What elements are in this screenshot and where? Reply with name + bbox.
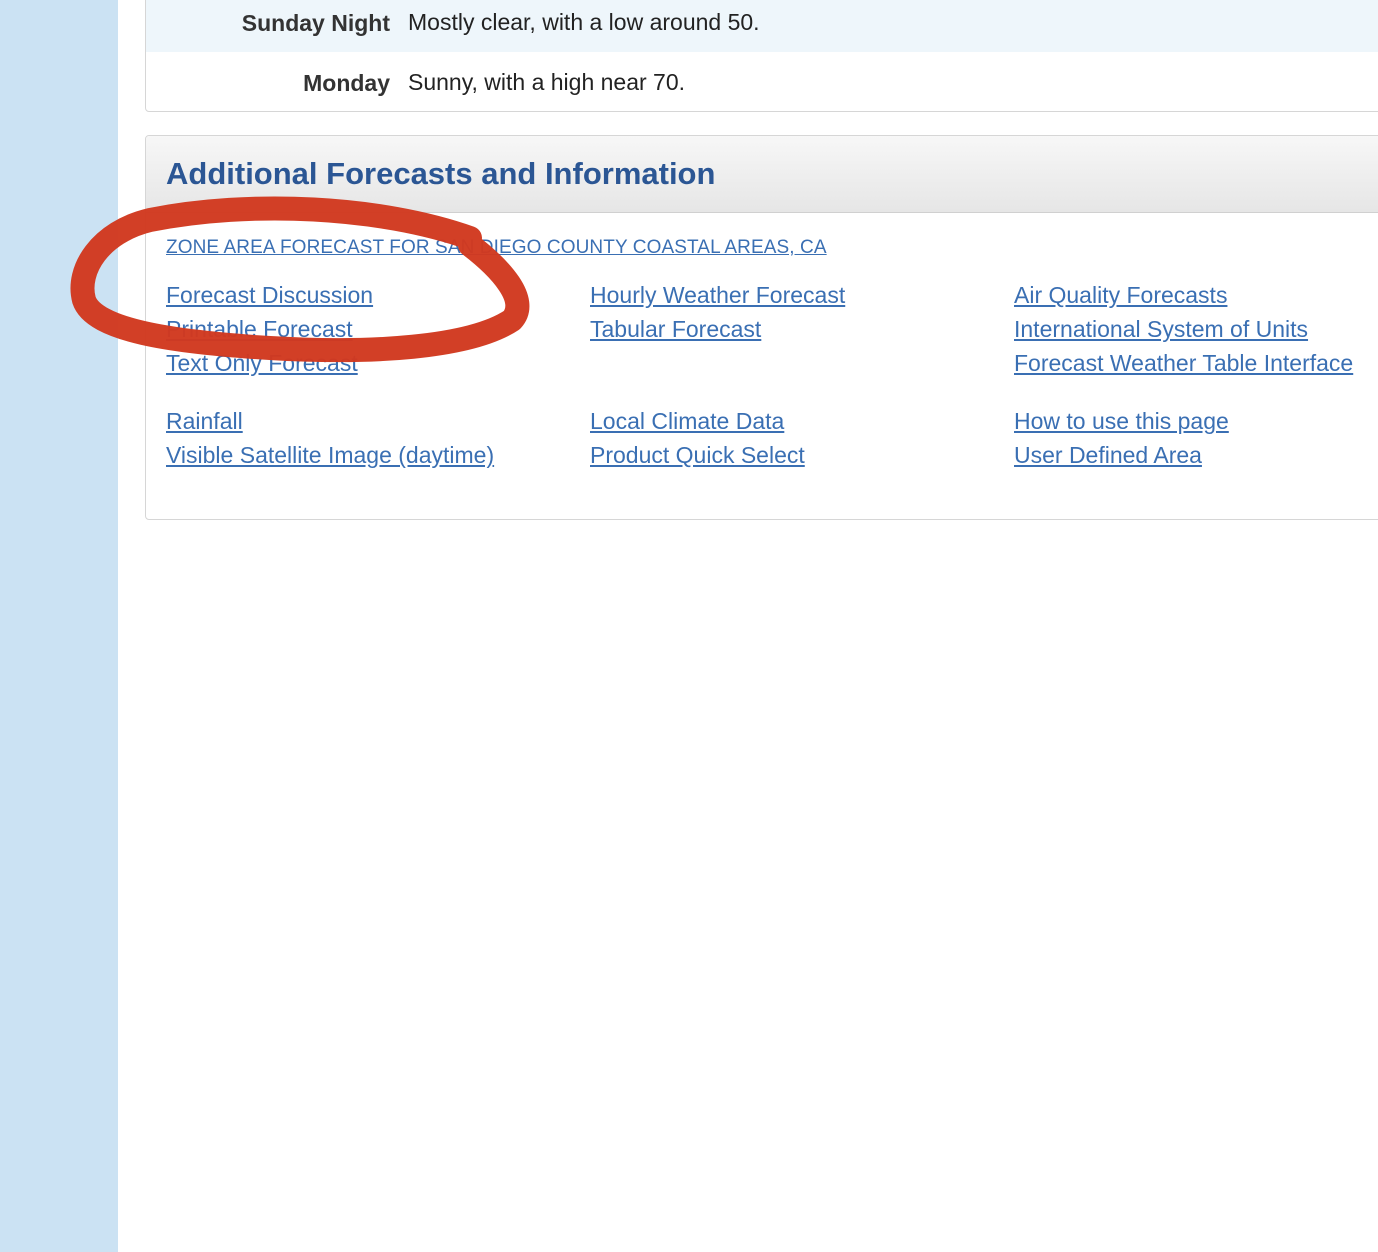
panel-title: Additional Forecasts and Information bbox=[166, 156, 716, 191]
main-content: Sunday Night Mostly clear, with a low ar… bbox=[118, 0, 1378, 1252]
international-system-of-units-link[interactable]: International System of Units bbox=[1014, 316, 1308, 343]
forecast-row-monday: Monday Sunny, with a high near 70. bbox=[146, 52, 1378, 111]
additional-forecasts-panel: Additional Forecasts and Information ZON… bbox=[145, 135, 1378, 520]
tabular-forecast-link[interactable]: Tabular Forecast bbox=[590, 316, 761, 343]
visible-satellite-image-link[interactable]: Visible Satellite Image (daytime) bbox=[166, 442, 494, 469]
product-quick-select-link[interactable]: Product Quick Select bbox=[590, 442, 805, 469]
zone-area-forecast-link[interactable]: ZONE AREA FORECAST FOR SAN DIEGO COUNTY … bbox=[166, 237, 827, 259]
forecast-period: Monday bbox=[303, 70, 390, 96]
how-to-use-this-page-link[interactable]: How to use this page bbox=[1014, 408, 1229, 435]
rainfall-link[interactable]: Rainfall bbox=[166, 408, 243, 435]
forecast-row-sunday-night: Sunday Night Mostly clear, with a low ar… bbox=[146, 0, 1378, 52]
local-climate-data-link[interactable]: Local Climate Data bbox=[590, 408, 784, 435]
text-only-forecast-link[interactable]: Text Only Forecast bbox=[166, 350, 358, 377]
user-defined-area-link[interactable]: User Defined Area bbox=[1014, 442, 1202, 469]
printable-forecast-link[interactable]: Printable Forecast bbox=[166, 316, 353, 343]
left-page-rail bbox=[0, 0, 118, 1252]
air-quality-forecasts-link[interactable]: Air Quality Forecasts bbox=[1014, 282, 1227, 309]
forecast-weather-table-interface-link[interactable]: Forecast Weather Table Interface bbox=[1014, 350, 1353, 377]
forecast-discussion-link[interactable]: Forecast Discussion bbox=[166, 282, 373, 309]
panel-header: Additional Forecasts and Information bbox=[146, 136, 1378, 213]
forecast-text: Mostly clear, with a low around 50. bbox=[408, 9, 760, 35]
detailed-forecast-table: Sunday Night Mostly clear, with a low ar… bbox=[145, 0, 1378, 112]
forecast-text: Sunny, with a high near 70. bbox=[408, 69, 686, 95]
forecast-period: Sunday Night bbox=[241, 10, 390, 36]
hourly-weather-forecast-link[interactable]: Hourly Weather Forecast bbox=[590, 282, 845, 309]
